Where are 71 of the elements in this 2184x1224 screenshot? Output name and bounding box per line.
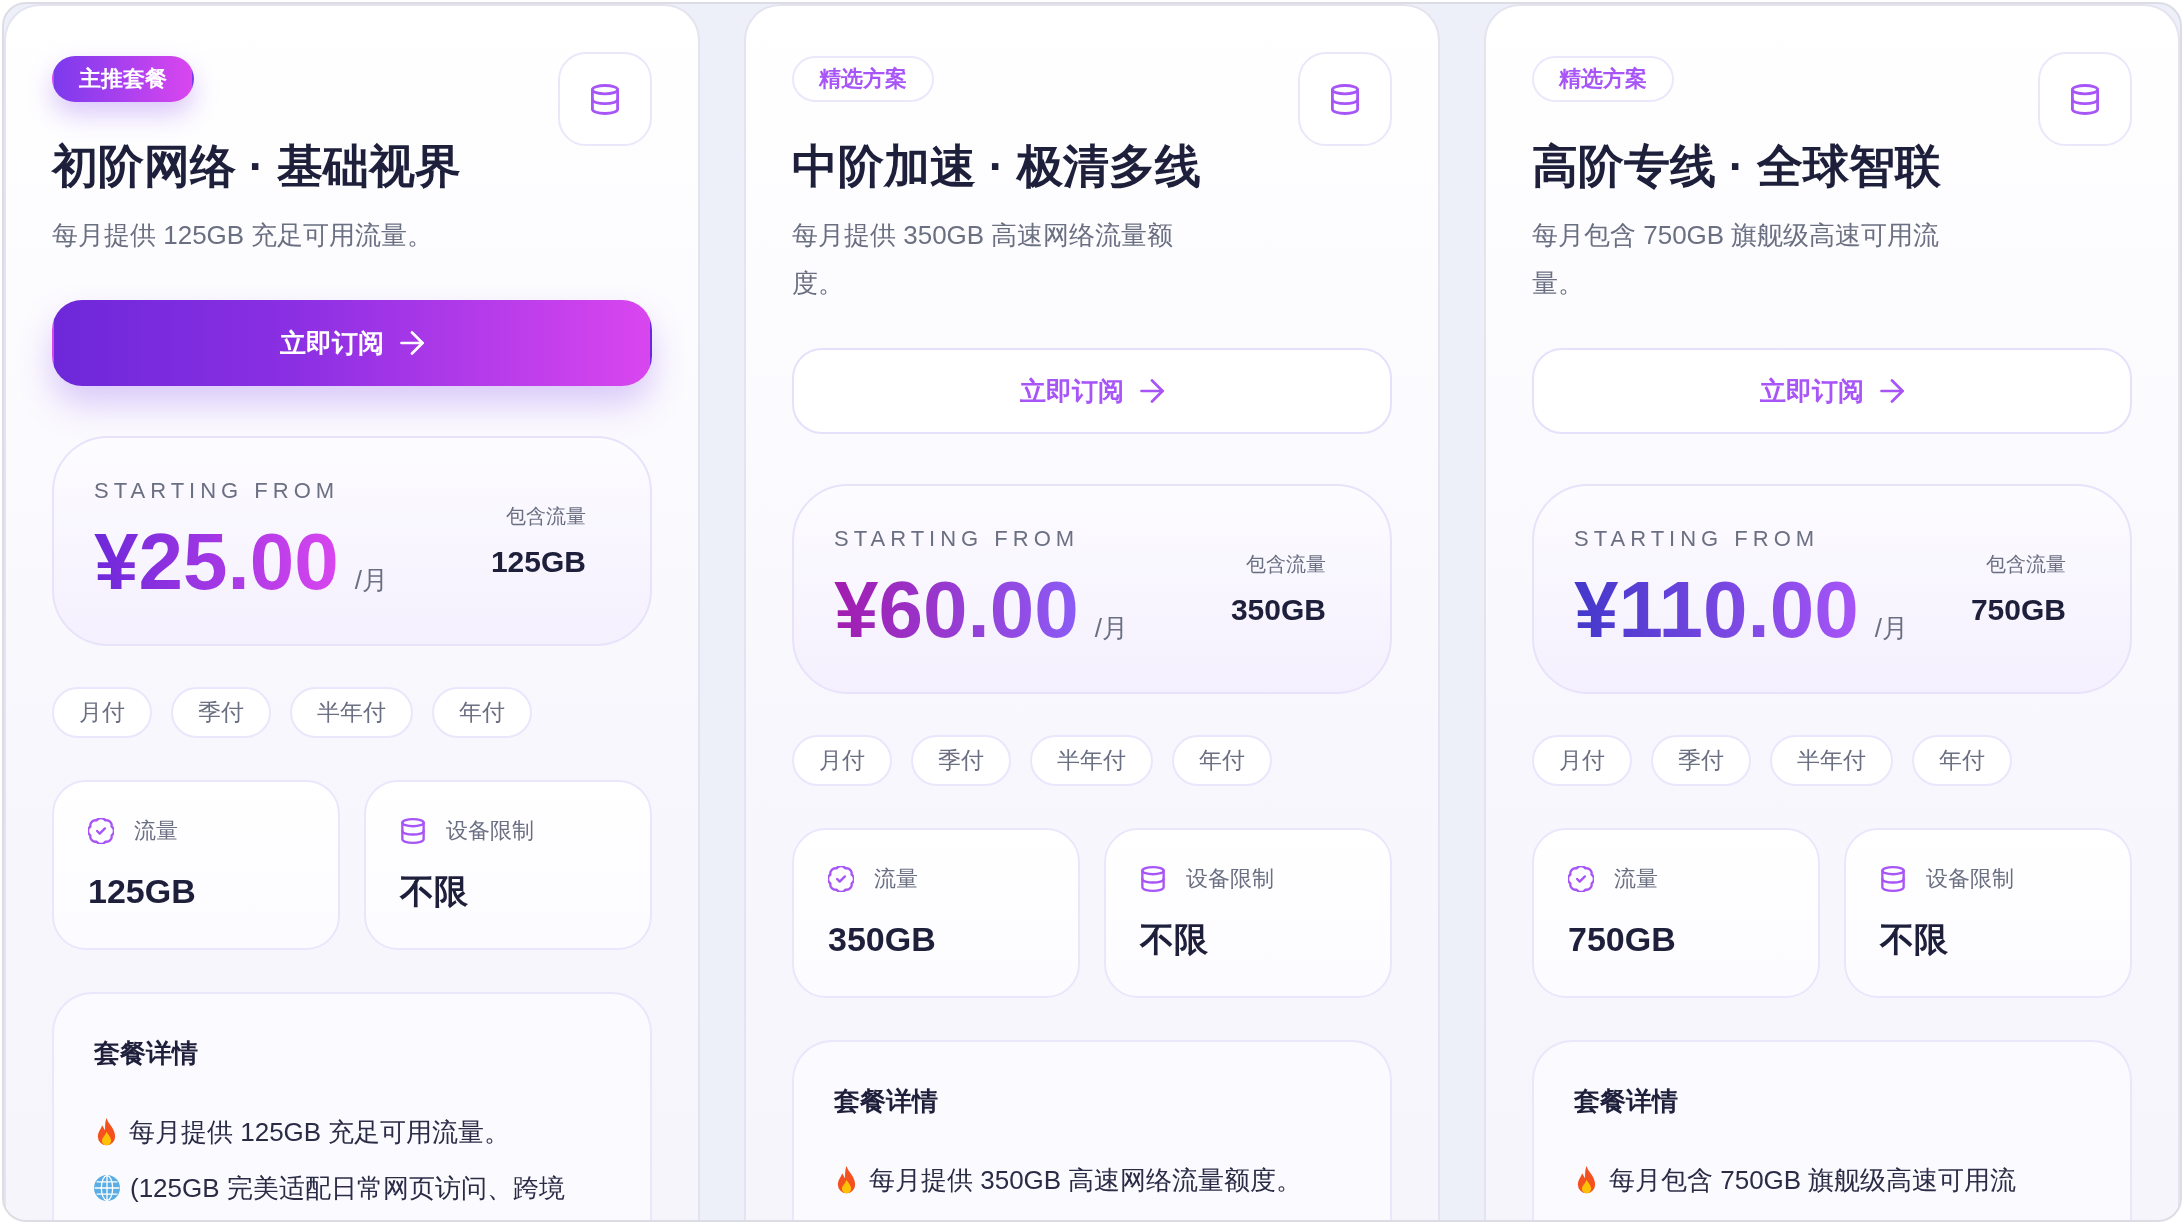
traffic-value: 350GB <box>1230 592 1326 628</box>
arrow-right-icon <box>1880 379 1904 403</box>
details-heading: 套餐详情 <box>1574 1085 1679 1118</box>
billing-period-option[interactable]: 半年付 <box>1770 735 1893 786</box>
feature-text: 每月提供 125GB 充足可用流量。 <box>129 1115 511 1149</box>
database-icon <box>2038 52 2132 146</box>
stat-value: 350GB <box>828 919 937 960</box>
billing-period-option[interactable]: 年付 <box>432 687 532 738</box>
billing-period-option[interactable]: 季付 <box>911 735 1011 786</box>
plan-title: 中阶加速 · 极清多线 <box>792 139 1201 194</box>
stat-label: 流量 <box>134 817 178 845</box>
plan-badge: 精选方案 <box>792 56 934 102</box>
plan-description: 每月提供 125GB 充足可用流量。 <box>52 219 434 252</box>
stat-value: 125GB <box>88 871 197 912</box>
arrow-right-icon <box>1140 379 1164 403</box>
traffic-label: 包含流量 <box>1986 552 2066 577</box>
subscribe-button[interactable]: 立即订阅 <box>792 348 1392 434</box>
fire-icon <box>97 1118 116 1146</box>
badge-check-icon <box>88 818 114 844</box>
price-caption: STARTING FROM <box>1574 526 1821 552</box>
stat-value: 不限 <box>400 871 469 912</box>
database-icon <box>400 818 426 844</box>
billing-period-option[interactable]: 季付 <box>1651 735 1751 786</box>
stat-label: 设备限制 <box>446 817 534 845</box>
database-icon <box>1880 866 1906 892</box>
badge-check-icon <box>828 866 854 892</box>
fire-icon <box>837 1166 856 1194</box>
plan-badge: 主推套餐 <box>52 56 194 102</box>
details-heading: 套餐详情 <box>834 1085 939 1118</box>
billing-period-option[interactable]: 月付 <box>52 687 152 738</box>
stat-label: 设备限制 <box>1926 865 2014 893</box>
stat-label: 流量 <box>874 865 918 893</box>
globe-icon <box>94 1175 120 1201</box>
badge-check-icon <box>1568 866 1594 892</box>
billing-period-option[interactable]: 季付 <box>171 687 271 738</box>
subscribe-button[interactable]: 立即订阅 <box>52 300 652 386</box>
traffic-value: 750GB <box>1970 592 2066 628</box>
feature-text: 每月包含 750GB 旗舰级高速可用流 <box>1609 1163 2017 1197</box>
stat-value: 不限 <box>1880 919 1949 960</box>
billing-period-option[interactable]: 月付 <box>792 735 892 786</box>
price-caption: STARTING FROM <box>94 478 341 504</box>
database-icon <box>1140 866 1166 892</box>
subscribe-button[interactable]: 立即订阅 <box>1532 348 2132 434</box>
database-icon <box>1298 52 1392 146</box>
database-icon <box>558 52 652 146</box>
feature-text: (125GB 完美适配日常网页访问、跨境 <box>130 1171 565 1205</box>
billing-period-option[interactable]: 年付 <box>1912 735 2012 786</box>
plan-description: 每月包含 750GB 旗舰级高速可用流量。 <box>1532 219 1941 300</box>
billing-period-option[interactable]: 半年付 <box>1030 735 1153 786</box>
billing-period-option[interactable]: 月付 <box>1532 735 1632 786</box>
traffic-label: 包含流量 <box>506 504 586 529</box>
plan-title: 初阶网络 · 基础视界 <box>52 139 461 194</box>
price-unit: /月 <box>1874 612 1908 645</box>
arrow-right-icon <box>400 331 424 355</box>
plan-description: 每月提供 350GB 高速网络流量额度。 <box>792 219 1175 300</box>
traffic-label: 包含流量 <box>1246 552 1326 577</box>
price-caption: STARTING FROM <box>834 526 1081 552</box>
plan-title: 高阶专线 · 全球智联 <box>1532 139 1941 194</box>
traffic-value: 125GB <box>490 544 586 580</box>
stat-label: 设备限制 <box>1186 865 1274 893</box>
price-unit: /月 <box>1094 612 1128 645</box>
price-unit: /月 <box>354 564 388 597</box>
billing-period-option[interactable]: 年付 <box>1172 735 1272 786</box>
stat-value: 750GB <box>1568 919 1677 960</box>
stat-value: 不限 <box>1140 919 1209 960</box>
details-heading: 套餐详情 <box>94 1037 199 1070</box>
plan-badge: 精选方案 <box>1532 56 1674 102</box>
billing-period-option[interactable]: 半年付 <box>290 687 413 738</box>
stat-label: 流量 <box>1614 865 1658 893</box>
feature-text: 每月提供 350GB 高速网络流量额度。 <box>869 1163 1303 1197</box>
fire-icon <box>1577 1166 1596 1194</box>
